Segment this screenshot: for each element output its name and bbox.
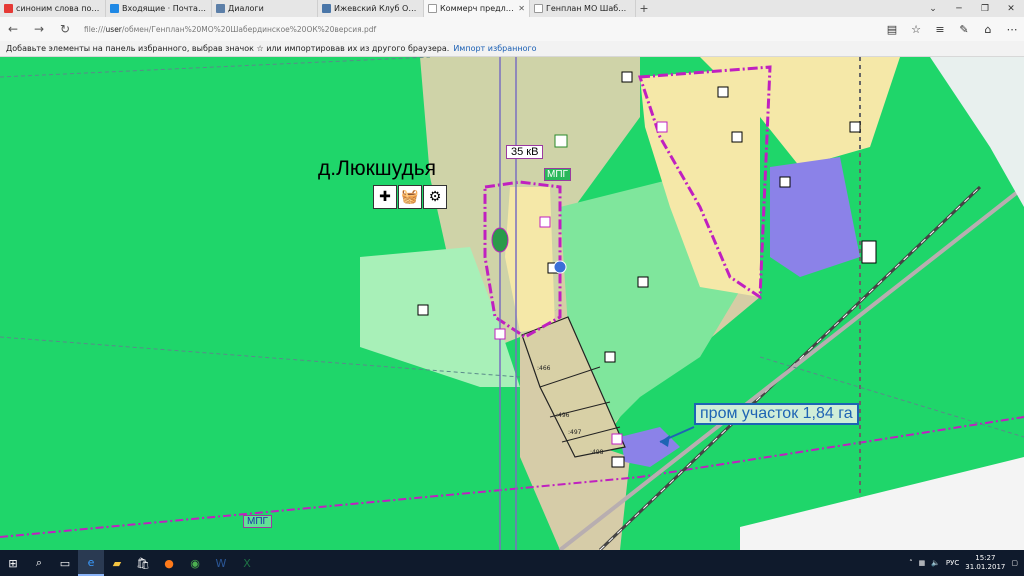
- volume-icon[interactable]: 🔈: [931, 559, 940, 567]
- forward-icon[interactable]: →: [26, 17, 52, 41]
- favorite-star-icon[interactable]: ☆: [904, 23, 928, 36]
- yandex-icon: [4, 4, 13, 13]
- address-bar: ← → ↻ file:///user/обмен/Генплан%20МО%20…: [0, 17, 1024, 41]
- plot-number: :497: [568, 429, 582, 436]
- more-icon[interactable]: ⋯: [1000, 23, 1024, 36]
- vk-icon: [216, 4, 225, 13]
- page-icon: [534, 4, 543, 13]
- plot-number: :466: [537, 365, 551, 372]
- import-favorites-link[interactable]: Импорт избранного: [453, 44, 536, 53]
- task-view-icon[interactable]: ▭: [52, 550, 78, 576]
- prom-plot-label: пром участок 1,84 га: [694, 403, 859, 425]
- hub-icon[interactable]: ≡: [928, 23, 952, 36]
- tab-preview-icon[interactable]: ⌄: [920, 0, 946, 17]
- search-icon[interactable]: ⌕: [26, 550, 52, 576]
- favorites-bar: Добавьте элементы на панель избранного, …: [0, 41, 1024, 57]
- word-icon[interactable]: W: [208, 550, 234, 576]
- taskbar: ⊞ ⌕ ▭ e ▰ 🛍 ● ◉ W X ˄ ▦ 🔈 РУС 15:27 31.0…: [0, 550, 1024, 576]
- pdf-map-viewer[interactable]: д.Люкшудья ✚ 🧺 ⚙ 35 кВ МПГ МПГ пром учас…: [0, 57, 1024, 550]
- minimize-icon[interactable]: ─: [946, 0, 972, 17]
- service-icon: ⚙: [423, 185, 447, 209]
- system-tray: ˄ ▦ 🔈 РУС 15:27 31.01.2017 ▢: [909, 554, 1024, 572]
- notifications-icon[interactable]: ▢: [1011, 559, 1018, 567]
- vk-icon: [322, 4, 331, 13]
- plot-number: :498: [590, 449, 604, 456]
- store-icon[interactable]: 🛍: [130, 550, 156, 576]
- tab-commerce[interactable]: Коммерч предложени✕: [424, 0, 530, 17]
- back-icon[interactable]: ←: [0, 17, 26, 41]
- network-icon[interactable]: ▦: [919, 559, 926, 567]
- start-icon[interactable]: ⊞: [0, 550, 26, 576]
- reading-view-icon[interactable]: ▤: [880, 23, 904, 36]
- map-drawing: [0, 57, 1024, 550]
- close-icon[interactable]: ✕: [998, 0, 1024, 17]
- edge-icon[interactable]: e: [78, 550, 104, 576]
- new-tab-button[interactable]: +: [636, 0, 652, 17]
- excel-icon[interactable]: X: [234, 550, 260, 576]
- note-icon[interactable]: ✎: [952, 23, 976, 36]
- chrome-icon[interactable]: ◉: [182, 550, 208, 576]
- close-tab-icon[interactable]: ✕: [518, 4, 525, 13]
- tab-dialogs[interactable]: Диалоги: [212, 0, 318, 17]
- tab-bar: синоним слова порт — Ян Входящие · Почта…: [0, 0, 1024, 17]
- share-icon[interactable]: ⌂: [976, 23, 1000, 36]
- window-controls: ⌄ ─ ❐ ✕: [920, 0, 1024, 17]
- tab-genplan[interactable]: Генплан МО Шабердин: [530, 0, 636, 17]
- mail-icon: [110, 4, 119, 13]
- mpg-label-top: МПГ: [544, 168, 571, 181]
- shop-basket-icon: 🧺: [398, 185, 422, 209]
- clock[interactable]: 15:27 31.01.2017: [965, 554, 1005, 572]
- tab-club[interactable]: Ижевский Клуб Ораторов: [318, 0, 424, 17]
- firefox-icon[interactable]: ●: [156, 550, 182, 576]
- village-facilities: ✚ 🧺 ⚙: [373, 185, 447, 209]
- folder-icon[interactable]: ▰: [104, 550, 130, 576]
- tab-mail[interactable]: Входящие · Почта Mail.Ru: [106, 0, 212, 17]
- language-indicator[interactable]: РУС: [946, 559, 959, 567]
- plot-number: :496: [556, 412, 570, 419]
- refresh-icon[interactable]: ↻: [52, 17, 78, 41]
- medical-icon: ✚: [373, 185, 397, 209]
- power-line-label: 35 кВ: [506, 145, 544, 159]
- url-field[interactable]: file:///user/обмен/Генплан%20МО%20Шаберд…: [84, 25, 880, 34]
- tab-yandex[interactable]: синоним слова порт — Ян: [0, 0, 106, 17]
- mpg-label-bottom: МПГ: [243, 515, 272, 528]
- maximize-icon[interactable]: ❐: [972, 0, 998, 17]
- tray-arrow-icon[interactable]: ˄: [909, 559, 913, 567]
- page-icon: [428, 4, 437, 13]
- village-label: д.Люкшудья: [318, 157, 437, 180]
